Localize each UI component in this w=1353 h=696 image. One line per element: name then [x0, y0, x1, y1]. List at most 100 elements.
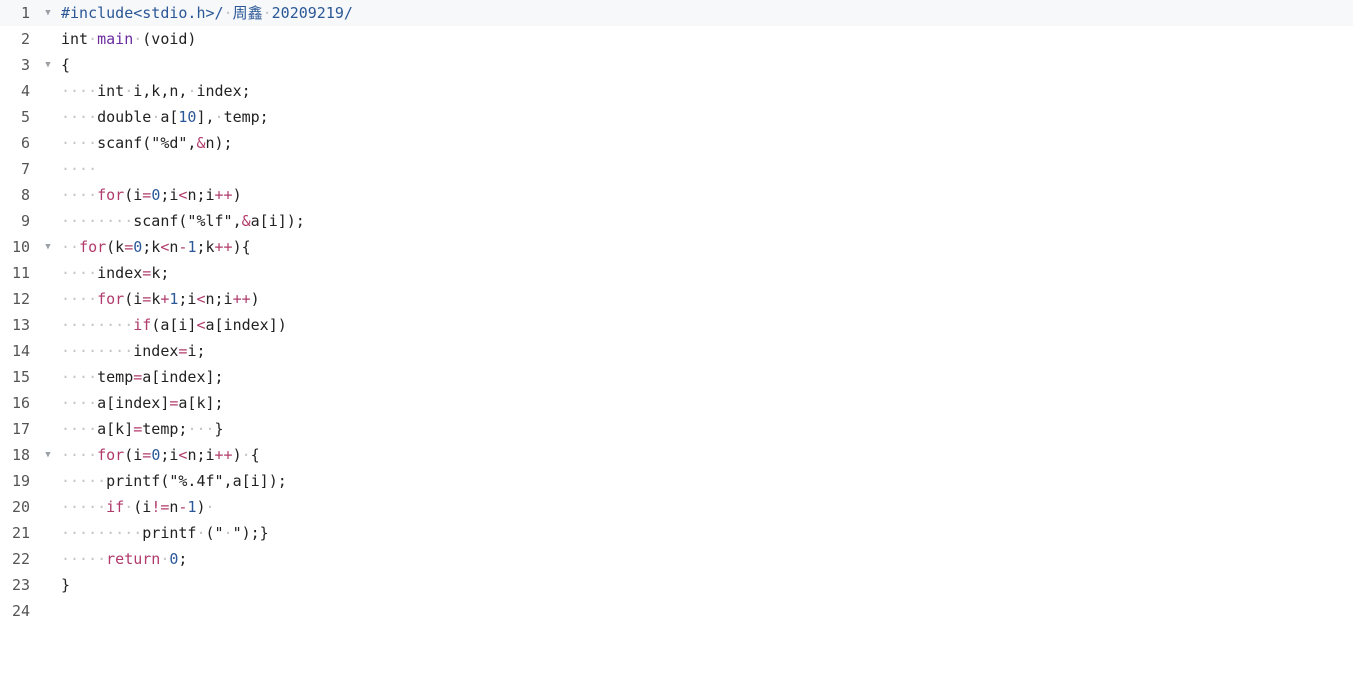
code-text[interactable]: ····scanf("%d",&n); — [61, 130, 233, 156]
code-line[interactable]: 9 ········scanf("%lf",&a[i]); — [0, 208, 1353, 234]
code-token: (i — [124, 186, 143, 204]
code-token: = — [142, 264, 152, 282]
code-token: (i — [133, 498, 152, 516]
code-line[interactable]: 24 — [0, 598, 1353, 624]
code-text[interactable]: ········if(a[i]<a[index]) — [61, 312, 287, 338]
code-text[interactable]: ····temp=a[index]; — [61, 364, 224, 390]
code-token: k; — [151, 264, 170, 282]
code-token: a[k]; — [178, 394, 224, 412]
code-token: scanf("%d", — [97, 134, 197, 152]
code-token: n); — [205, 134, 233, 152]
code-text[interactable]: ··for(k=0;k<n-1;k++){ — [61, 234, 251, 260]
code-token: ++ — [214, 238, 233, 256]
code-line[interactable]: 1 ▼ #include<stdio.h>/·周鑫·20209219/ — [0, 0, 1353, 26]
code-token: = — [142, 186, 152, 204]
code-token: ++ — [214, 446, 233, 464]
code-token: 0 — [133, 238, 143, 256]
code-token: if — [106, 498, 125, 516]
code-text[interactable]: ····index=k; — [61, 260, 169, 286]
code-line[interactable]: 10 ▼ ··for(k=0;k<n-1;k++){ — [0, 234, 1353, 260]
code-line[interactable]: 20 ·····if·(i!=n-1)· — [0, 494, 1353, 520]
code-token: } — [61, 576, 71, 594]
code-token: (" — [205, 524, 224, 542]
code-token: for — [79, 238, 107, 256]
whitespace-marker: ········ — [61, 316, 134, 334]
line-number: 4 — [20, 82, 30, 100]
code-line[interactable]: 18 ▼ ····for(i=0;i<n;i++)·{ — [0, 442, 1353, 468]
whitespace-marker: · — [241, 446, 251, 464]
line-number: 18 — [11, 446, 30, 464]
chevron-down-icon[interactable]: ▼ — [43, 442, 53, 468]
whitespace-marker: ········ — [61, 342, 134, 360]
code-line[interactable]: 2 int·main·(void) — [0, 26, 1353, 52]
code-editor[interactable]: 1 ▼ #include<stdio.h>/·周鑫·20209219/2 int·ma… — [0, 0, 1353, 696]
whitespace-marker: · — [133, 30, 143, 48]
code-token: ) — [232, 446, 242, 464]
whitespace-marker: · — [124, 498, 134, 516]
code-token: a[index] — [97, 394, 170, 412]
code-token: = — [142, 446, 152, 464]
code-text[interactable]: ·····if·(i!=n-1)· — [61, 494, 215, 520]
code-text[interactable]: int·main·(void) — [61, 26, 196, 52]
code-text[interactable]: ·········printf·("·");} — [61, 520, 269, 546]
code-text[interactable]: ····for(i=k+1;i<n;i++) — [61, 286, 260, 312]
code-line[interactable]: 7 ···· — [0, 156, 1353, 182]
whitespace-marker: ···· — [61, 108, 98, 126]
code-token: a[i]); — [250, 212, 305, 230]
code-text[interactable]: ····a[index]=a[k]; — [61, 390, 224, 416]
code-line[interactable]: 5 ····double·a[10],·temp; — [0, 104, 1353, 130]
line-number: 22 — [11, 550, 30, 568]
code-text[interactable]: ···· — [61, 156, 97, 182]
code-line[interactable]: 4 ····int·i,k,n,·index; — [0, 78, 1353, 104]
code-token: i; — [187, 342, 206, 360]
code-token: if — [133, 316, 152, 334]
code-line[interactable]: 23} — [0, 572, 1353, 598]
code-line[interactable]: 16 ····a[index]=a[k]; — [0, 390, 1353, 416]
line-number: 13 — [11, 316, 30, 334]
code-line[interactable]: 6 ····scanf("%d",&n); — [0, 130, 1353, 156]
code-text[interactable]: ····for(i=0;i<n;i++) — [61, 182, 242, 208]
code-token: index — [133, 342, 179, 360]
whitespace-marker: ···· — [61, 394, 98, 412]
code-token: index; — [196, 82, 251, 100]
code-text[interactable]: #include<stdio.h>/·周鑫·20209219/ — [61, 0, 353, 26]
code-token: n;i — [187, 446, 215, 464]
code-line[interactable]: 15 ····temp=a[index]; — [0, 364, 1353, 390]
code-line[interactable]: 14 ········index=i; — [0, 338, 1353, 364]
code-text[interactable]: ········index=i; — [61, 338, 206, 364]
chevron-down-icon[interactable]: ▼ — [43, 0, 53, 26]
code-text[interactable]: ·····return·0; — [61, 546, 187, 572]
code-line[interactable]: 13 ········if(a[i]<a[index]) — [0, 312, 1353, 338]
chevron-down-icon[interactable]: ▼ — [43, 52, 53, 78]
line-number: 24 — [11, 602, 30, 620]
whitespace-marker: ········ — [61, 212, 134, 230]
code-text[interactable]: ····a[k]=temp;···} — [61, 416, 224, 442]
code-token: (k — [106, 238, 125, 256]
code-line[interactable]: 17 ····a[k]=temp;···} — [0, 416, 1353, 442]
code-token: #include<stdio.h>/ — [61, 4, 224, 22]
code-text[interactable]: ····double·a[10],·temp; — [61, 104, 269, 130]
line-number: 9 — [20, 212, 30, 230]
code-line[interactable]: 3 ▼ { — [0, 52, 1353, 78]
code-text[interactable]: ········scanf("%lf",&a[i]); — [61, 208, 305, 234]
whitespace-marker: · — [223, 524, 233, 542]
code-token: i,k,n, — [133, 82, 188, 100]
code-text[interactable]: } — [61, 572, 70, 598]
code-token: ");} — [232, 524, 269, 542]
code-line[interactable]: 19 ·····printf("%.4f",a[i]); — [0, 468, 1353, 494]
line-number: 8 — [20, 186, 30, 204]
code-text[interactable]: ·····printf("%.4f",a[i]); — [61, 468, 287, 494]
code-line[interactable]: 21 ·········printf·("·");} — [0, 520, 1353, 546]
code-line[interactable]: 11 ····index=k; — [0, 260, 1353, 286]
code-line[interactable]: 22 ·····return·0; — [0, 546, 1353, 572]
code-text[interactable]: ····int·i,k,n,·index; — [61, 78, 251, 104]
code-text[interactable]: { — [61, 52, 70, 78]
code-line[interactable]: 8 ····for(i=0;i<n;i++) — [0, 182, 1353, 208]
code-token: (i — [124, 446, 143, 464]
whitespace-marker: ···· — [61, 82, 98, 100]
chevron-down-icon[interactable]: ▼ — [43, 234, 53, 260]
code-line[interactable]: 12 ····for(i=k+1;i<n;i++) — [0, 286, 1353, 312]
code-text[interactable]: ····for(i=0;i<n;i++)·{ — [61, 442, 260, 468]
whitespace-marker: ···· — [61, 368, 98, 386]
code-token: 10 — [178, 108, 197, 126]
